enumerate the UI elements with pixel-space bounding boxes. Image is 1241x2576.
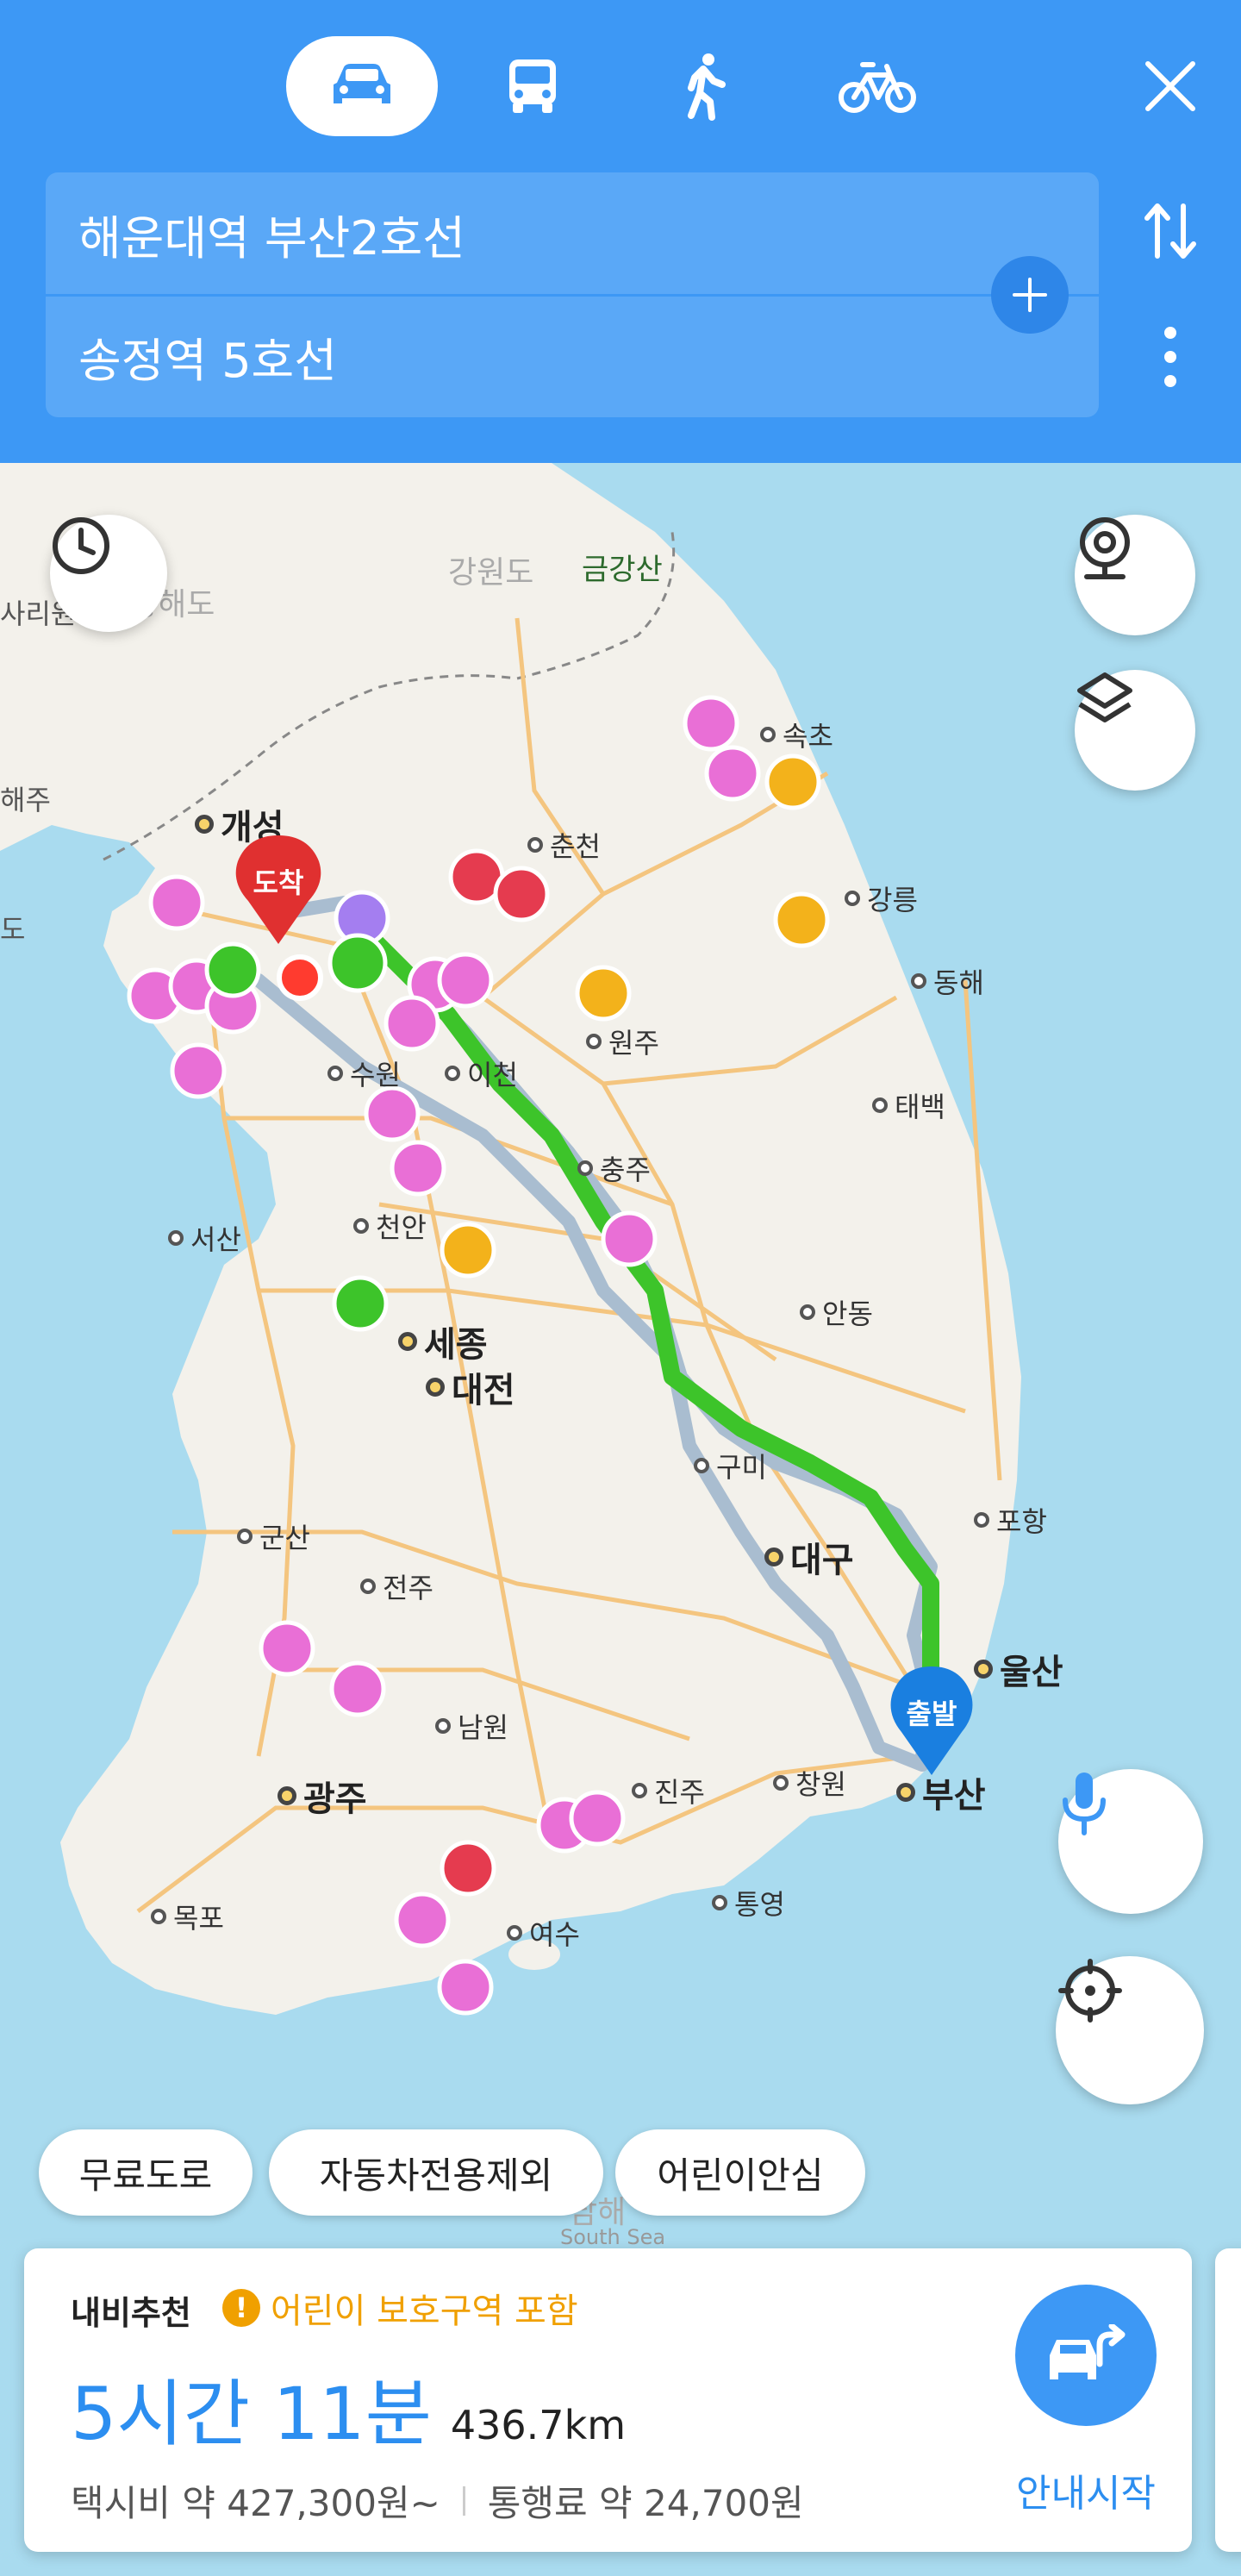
chip-label: 무료도로 [78,2154,213,2197]
city-suwon: 수원 [327,1054,401,1093]
chip-label: 자동차전용제외 [319,2154,553,2197]
duration-row: 5시간 11분 436.7km [71,2356,626,2460]
start-navigation-button[interactable] [1015,2285,1157,2426]
region-label-gangwon: 강원도 [448,555,534,591]
start-navigation-label[interactable]: 안내시작 [1007,2462,1165,2517]
close-button[interactable] [1120,36,1220,136]
city-icheon: 이천 [445,1054,518,1093]
origin-text: 해운대역 부산2호선 [78,210,465,266]
city-pohang: 포항 [974,1500,1047,1540]
more-vertical-icon [1164,327,1176,387]
car-icon [334,64,390,103]
destination-pin-label: 도착 [253,866,304,899]
city-haeju: 해주 [0,784,51,816]
city-sejong: 세종 [398,1316,488,1366]
next-route-card[interactable] [1215,2248,1241,2552]
swap-icon [1144,203,1196,259]
cctv-icon [1080,517,1130,579]
add-waypoint-button[interactable] [991,256,1069,334]
current-location-button[interactable] [1056,1956,1204,2104]
swap-route-button[interactable] [1131,197,1210,266]
city-changwon: 창원 [773,1763,846,1803]
destination-pin[interactable]: 도착 [231,832,326,946]
chip-child-safe[interactable]: 어린이안심 [615,2129,865,2216]
city-yeosu: 여수 [507,1913,580,1953]
city-gwangju: 광주 [278,1771,367,1821]
city-cheonan: 천안 [353,1206,427,1246]
walk-mode-tab[interactable] [655,36,755,136]
bus-icon [509,59,556,113]
city-gangneung: 강릉 [845,878,918,918]
region-label-south-sea: South Sea [560,2225,666,2249]
history-button[interactable] [50,515,167,632]
city-andong: 안동 [800,1292,873,1332]
route-header: 해운대역 부산2호선 송정역 5호선 [0,0,1241,463]
city-gunsan: 군산 [237,1516,310,1556]
more-options-button[interactable] [1138,321,1203,393]
warning-text: 어린이 보호구역 포함 [271,2292,578,2331]
clock-icon [53,517,109,574]
taxi-fare-text: 택시비 약 427,300원~ [71,2482,440,2524]
chip-free-road[interactable]: 무료도로 [39,2129,253,2216]
destination-text: 송정역 5호선 [78,333,337,388]
city-daegu: 대구 [764,1532,854,1582]
voice-search-button[interactable] [1058,1769,1203,1914]
fare-divider [462,2485,465,2516]
chip-label: 어린이안심 [657,2154,824,2197]
city-taebaek: 태백 [872,1085,945,1125]
city-seosan: 서산 [168,1218,241,1258]
distance-text: 436.7km [450,2402,627,2448]
city-ulsan: 울산 [974,1644,1063,1694]
city-do: 도 [0,913,26,946]
duration-text: 5시간 11분 [71,2372,432,2456]
destination-field[interactable]: 송정역 5호선 [78,295,337,417]
route-input-box: 해운대역 부산2호선 송정역 5호선 [46,172,1099,417]
route-type-label: 내비추천 [71,2294,191,2332]
microphone-icon [1063,1773,1106,1835]
cctv-button[interactable] [1075,515,1195,635]
origin-field[interactable]: 해운대역 부산2호선 [78,172,465,295]
crosshair-icon [1058,1959,1122,2023]
layers-button[interactable] [1075,670,1195,791]
city-wonju: 원주 [586,1022,659,1061]
chip-exclude-expressway[interactable]: 자동차전용제외 [269,2129,603,2216]
fare-row: 택시비 약 427,300원~ 통행료 약 24,700원 [71,2474,804,2527]
city-jinju: 진주 [632,1771,705,1810]
navigation-car-icon [1050,2324,1126,2379]
region-label-geumgangsan: 금강산 [582,553,663,587]
city-jeonju: 전주 [360,1566,433,1606]
plus-icon [1013,278,1047,312]
walk-icon [688,53,726,121]
warning-row: ! 어린이 보호구역 포함 [222,2283,578,2333]
bike-mode-tab[interactable] [827,36,927,136]
car-mode-tab[interactable] [286,36,438,136]
origin-pin[interactable]: 출발 [886,1665,977,1777]
toll-text: 통행료 약 24,700원 [487,2482,804,2524]
bike-icon [839,62,916,113]
route-result-card[interactable]: 내비추천 ! 어린이 보호구역 포함 5시간 11분 436.7km 택시비 약… [24,2248,1192,2552]
city-daejeon: 대전 [426,1362,515,1412]
city-chuncheon: 춘천 [527,825,601,865]
city-tongyeong: 통영 [712,1883,785,1923]
warning-icon: ! [222,2289,260,2327]
city-sokcho: 속초 [760,715,833,754]
close-icon [1145,61,1195,111]
layers-icon [1077,672,1132,722]
city-mokpo: 목포 [151,1897,224,1936]
city-donghae: 동해 [911,961,984,1001]
city-namwon: 남원 [435,1706,508,1746]
city-chungju: 충주 [577,1148,651,1188]
origin-pin-label: 출발 [906,1698,957,1730]
bus-mode-tab[interactable] [483,36,583,136]
city-gumi: 구미 [694,1446,767,1485]
